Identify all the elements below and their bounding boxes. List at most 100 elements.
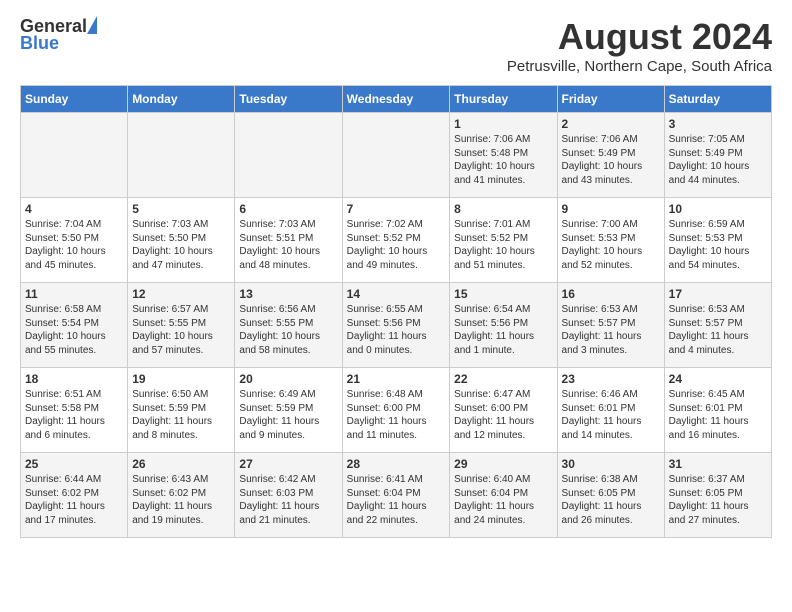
day-cell: 17 Sunrise: 6:53 AM Sunset: 5:57 PM Dayli… — [664, 283, 771, 368]
day-cell: 27 Sunrise: 6:42 AM Sunset: 6:03 PM Dayli… — [235, 453, 342, 538]
header-cell-wednesday: Wednesday — [342, 86, 450, 113]
day-number: 24 — [669, 372, 767, 386]
day-info: Sunrise: 6:47 AM Sunset: 6:00 PM Dayligh… — [454, 388, 552, 442]
header: General Blue August 2024 Petrusville, No… — [20, 16, 772, 75]
day-cell: 6Sunrise: 7:03 AM Sunset: 5:51 PM Daylig… — [235, 198, 342, 283]
day-cell — [128, 113, 235, 198]
day-number: 14 — [347, 287, 446, 301]
day-info: Sunrise: 6:42 AM Sunset: 6:03 PM Dayligh… — [239, 473, 337, 527]
day-number: 31 — [669, 457, 767, 471]
day-number: 15 — [454, 287, 552, 301]
title-area: August 2024 Petrusville, Northern Cape, … — [507, 16, 772, 75]
day-number: 5 — [132, 202, 230, 216]
day-cell: 29Sunrise: 6:40 AM Sunset: 6:04 PM Dayli… — [450, 453, 557, 538]
day-info: Sunrise: 6:45 AM Sunset: 6:01 PM Dayligh… — [669, 388, 767, 442]
month-title: August 2024 — [507, 16, 772, 58]
day-info: Sunrise: 7:06 AM Sunset: 5:49 PM Dayligh… — [562, 133, 660, 187]
day-info: Sunrise: 6:57 AM Sunset: 5:55 PM Dayligh… — [132, 303, 230, 357]
day-number: 3 — [669, 117, 767, 131]
logo: General Blue — [20, 16, 97, 54]
header-cell-friday: Friday — [557, 86, 664, 113]
day-info: Sunrise: 6:59 AM Sunset: 5:53 PM Dayligh… — [669, 218, 767, 272]
day-info: Sunrise: 7:02 AM Sunset: 5:52 PM Dayligh… — [347, 218, 446, 272]
day-info: Sunrise: 6:38 AM Sunset: 6:05 PM Dayligh… — [562, 473, 660, 527]
day-number: 28 — [347, 457, 446, 471]
day-info: Sunrise: 6:51 AM Sunset: 5:58 PM Dayligh… — [25, 388, 123, 442]
day-number: 16 — [562, 287, 660, 301]
day-number: 17 — [669, 287, 767, 301]
day-number: 7 — [347, 202, 446, 216]
day-number: 11 — [25, 287, 123, 301]
day-number: 4 — [25, 202, 123, 216]
day-cell: 28 Sunrise: 6:41 AM Sunset: 6:04 PM Dayli… — [342, 453, 450, 538]
day-info: Sunrise: 7:00 AM Sunset: 5:53 PM Dayligh… — [562, 218, 660, 272]
day-info: Sunrise: 6:58 AM Sunset: 5:54 PM Dayligh… — [25, 303, 123, 357]
day-cell — [21, 113, 128, 198]
day-number: 25 — [25, 457, 123, 471]
week-row-2: 4Sunrise: 7:04 AM Sunset: 5:50 PM Daylig… — [21, 198, 772, 283]
day-info: Sunrise: 6:40 AM Sunset: 6:04 PM Dayligh… — [454, 473, 552, 527]
day-cell: 31 Sunrise: 6:37 AM Sunset: 6:05 PM Dayli… — [664, 453, 771, 538]
location-subtitle: Petrusville, Northern Cape, South Africa — [507, 58, 772, 75]
header-cell-tuesday: Tuesday — [235, 86, 342, 113]
day-cell — [342, 113, 450, 198]
day-cell: 19 Sunrise: 6:50 AM Sunset: 5:59 PM Dayli… — [128, 368, 235, 453]
day-cell — [235, 113, 342, 198]
day-cell: 30Sunrise: 6:38 AM Sunset: 6:05 PM Dayli… — [557, 453, 664, 538]
day-cell: 12Sunrise: 6:57 AM Sunset: 5:55 PM Dayli… — [128, 283, 235, 368]
day-cell: 21Sunrise: 6:48 AM Sunset: 6:00 PM Dayli… — [342, 368, 450, 453]
day-cell: 2 Sunrise: 7:06 AM Sunset: 5:49 PM Daylig… — [557, 113, 664, 198]
day-info: Sunrise: 6:55 AM Sunset: 5:56 PM Dayligh… — [347, 303, 446, 357]
header-cell-sunday: Sunday — [21, 86, 128, 113]
day-number: 19 — [132, 372, 230, 386]
day-cell: 5 Sunrise: 7:03 AM Sunset: 5:50 PM Daylig… — [128, 198, 235, 283]
day-number: 27 — [239, 457, 337, 471]
day-info: Sunrise: 6:53 AM Sunset: 5:57 PM Dayligh… — [562, 303, 660, 357]
day-info: Sunrise: 6:56 AM Sunset: 5:55 PM Dayligh… — [239, 303, 337, 357]
day-info: Sunrise: 6:54 AM Sunset: 5:56 PM Dayligh… — [454, 303, 552, 357]
day-info: Sunrise: 7:06 AM Sunset: 5:48 PM Dayligh… — [454, 133, 552, 187]
day-info: Sunrise: 6:46 AM Sunset: 6:01 PM Dayligh… — [562, 388, 660, 442]
logo-blue-text: Blue — [20, 33, 59, 54]
day-info: Sunrise: 6:44 AM Sunset: 6:02 PM Dayligh… — [25, 473, 123, 527]
day-cell: 22 Sunrise: 6:47 AM Sunset: 6:00 PM Dayli… — [450, 368, 557, 453]
day-info: Sunrise: 7:03 AM Sunset: 5:50 PM Dayligh… — [132, 218, 230, 272]
day-info: Sunrise: 7:05 AM Sunset: 5:49 PM Dayligh… — [669, 133, 767, 187]
day-cell: 8Sunrise: 7:01 AM Sunset: 5:52 PM Daylig… — [450, 198, 557, 283]
day-number: 20 — [239, 372, 337, 386]
day-info: Sunrise: 7:01 AM Sunset: 5:52 PM Dayligh… — [454, 218, 552, 272]
calendar-header: SundayMondayTuesdayWednesdayThursdayFrid… — [21, 86, 772, 113]
day-number: 22 — [454, 372, 552, 386]
day-cell: 25 Sunrise: 6:44 AM Sunset: 6:02 PM Dayli… — [21, 453, 128, 538]
day-cell: 1Sunrise: 7:06 AM Sunset: 5:48 PM Daylig… — [450, 113, 557, 198]
day-cell: 23 Sunrise: 6:46 AM Sunset: 6:01 PM Dayli… — [557, 368, 664, 453]
day-cell: 4Sunrise: 7:04 AM Sunset: 5:50 PM Daylig… — [21, 198, 128, 283]
calendar-body: 1Sunrise: 7:06 AM Sunset: 5:48 PM Daylig… — [21, 113, 772, 538]
day-info: Sunrise: 6:49 AM Sunset: 5:59 PM Dayligh… — [239, 388, 337, 442]
day-number: 13 — [239, 287, 337, 301]
day-number: 10 — [669, 202, 767, 216]
day-info: Sunrise: 6:37 AM Sunset: 6:05 PM Dayligh… — [669, 473, 767, 527]
day-number: 21 — [347, 372, 446, 386]
day-info: Sunrise: 6:53 AM Sunset: 5:57 PM Dayligh… — [669, 303, 767, 357]
day-info: Sunrise: 6:41 AM Sunset: 6:04 PM Dayligh… — [347, 473, 446, 527]
day-cell: 18 Sunrise: 6:51 AM Sunset: 5:58 PM Dayli… — [21, 368, 128, 453]
day-number: 18 — [25, 372, 123, 386]
day-cell: 14 Sunrise: 6:55 AM Sunset: 5:56 PM Dayli… — [342, 283, 450, 368]
day-cell: 24 Sunrise: 6:45 AM Sunset: 6:01 PM Dayli… — [664, 368, 771, 453]
day-cell: 10 Sunrise: 6:59 AM Sunset: 5:53 PM Dayli… — [664, 198, 771, 283]
day-info: Sunrise: 6:50 AM Sunset: 5:59 PM Dayligh… — [132, 388, 230, 442]
day-cell: 7 Sunrise: 7:02 AM Sunset: 5:52 PM Daylig… — [342, 198, 450, 283]
header-cell-monday: Monday — [128, 86, 235, 113]
week-row-4: 18 Sunrise: 6:51 AM Sunset: 5:58 PM Dayli… — [21, 368, 772, 453]
calendar-table: SundayMondayTuesdayWednesdayThursdayFrid… — [20, 85, 772, 538]
day-cell: 26 Sunrise: 6:43 AM Sunset: 6:02 PM Dayli… — [128, 453, 235, 538]
day-cell: 9 Sunrise: 7:00 AM Sunset: 5:53 PM Daylig… — [557, 198, 664, 283]
day-cell: 11 Sunrise: 6:58 AM Sunset: 5:54 PM Dayli… — [21, 283, 128, 368]
day-number: 6 — [239, 202, 337, 216]
day-number: 9 — [562, 202, 660, 216]
day-number: 23 — [562, 372, 660, 386]
day-info: Sunrise: 6:43 AM Sunset: 6:02 PM Dayligh… — [132, 473, 230, 527]
day-number: 26 — [132, 457, 230, 471]
day-number: 2 — [562, 117, 660, 131]
